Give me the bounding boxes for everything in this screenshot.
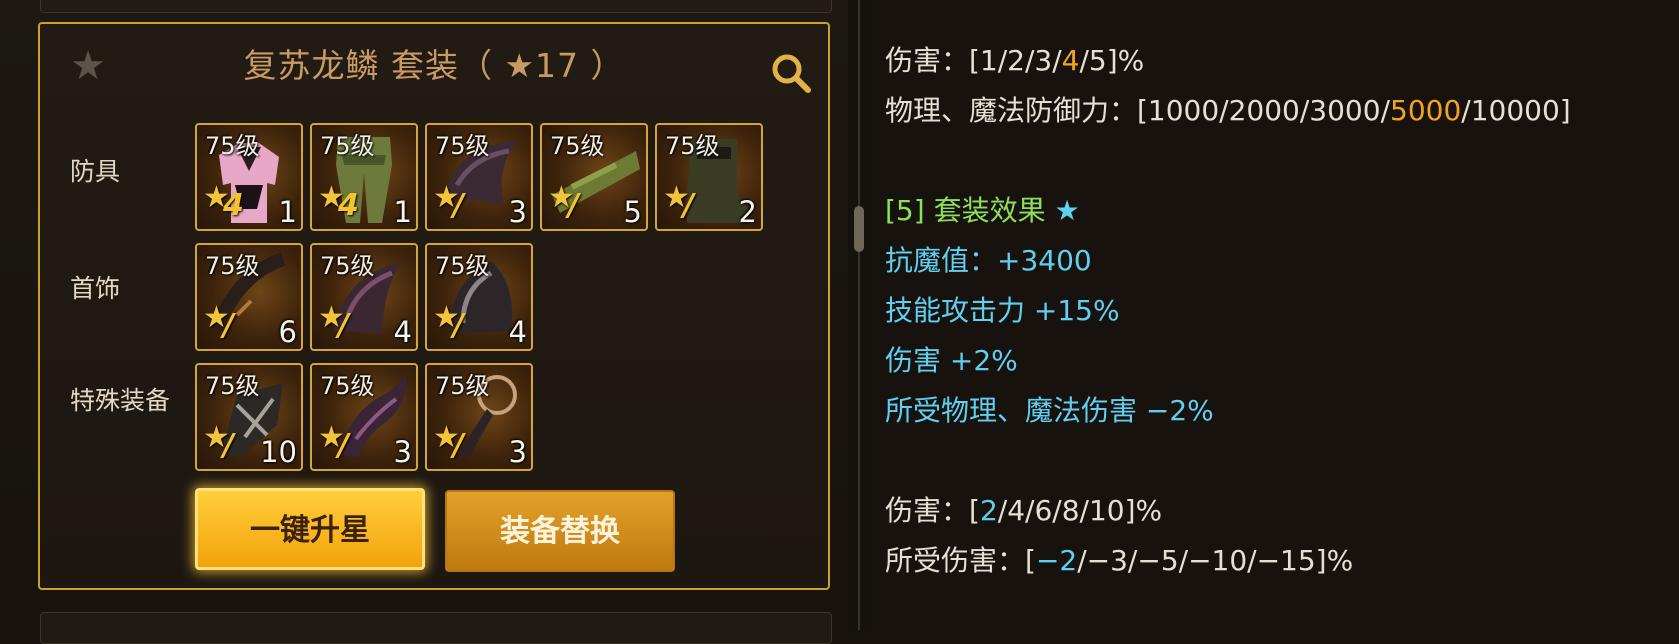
equipment-set-panel: ★ 复苏龙鳞 套装（ ★17 ） 防具 首饰 特殊装备 75级 ★ 4 1 75… <box>38 22 830 590</box>
effect-damage: 伤害 +2% <box>885 344 1018 377</box>
effect-magic-resist: 抗魔值：+3400 <box>885 244 1092 277</box>
damage-taken-tier-line: 所受伤害：[−2/−3/−5/−10/−15]% <box>885 544 1354 577</box>
search-icon[interactable] <box>768 50 814 96</box>
armor-slot-2[interactable]: 75级 ★ 4 1 <box>310 123 418 231</box>
set-effect-header: [5] 套装效果 ★ <box>885 194 1080 227</box>
accessory-slot-2[interactable]: 75级 ★ / 4 <box>310 243 418 351</box>
defense-tier-line: 物理、魔法防御力：[1000/2000/3000/5000/10000] <box>885 94 1571 127</box>
special-slot-3[interactable]: 75级 ★ / 3 <box>425 363 533 471</box>
damage-tier-line-2: 伤害：[2/4/6/8/10]% <box>885 494 1163 527</box>
scrollbar-thumb[interactable] <box>854 206 864 252</box>
effect-damage-taken: 所受物理、魔法伤害 −2% <box>885 394 1214 427</box>
armor-slot-4[interactable]: 75级 ★ / 5 <box>540 123 648 231</box>
previous-panel-edge <box>40 0 832 13</box>
label-armor: 防具 <box>70 157 121 186</box>
accessory-slot-1[interactable]: 75级 ★ / 6 <box>195 243 303 351</box>
damage-tier-line: 伤害：[1/2/3/4/5]% <box>885 44 1145 77</box>
accessory-slot-3[interactable]: 75级 ★ / 4 <box>425 243 533 351</box>
next-panel-edge <box>40 612 832 644</box>
set-title: 复苏龙鳞 套装（ ★17 ） <box>243 46 625 85</box>
equipment-replace-button[interactable]: 装备替换 <box>445 490 675 572</box>
label-accessory: 首饰 <box>70 274 121 303</box>
armor-slot-3[interactable]: 75级 ★ / 3 <box>425 123 533 231</box>
armor-slot-1[interactable]: 75级 ★ 4 1 <box>195 123 303 231</box>
special-slot-1[interactable]: 75级 ★ / 10 <box>195 363 303 471</box>
label-special: 特殊装备 <box>70 386 171 415</box>
panel-divider <box>848 0 870 630</box>
set-effect-details: 伤害：[1/2/3/4/5]% 物理、魔法防御力：[1000/2000/3000… <box>885 36 1665 586</box>
effect-skill-attack: 技能攻击力 +15% <box>885 294 1120 327</box>
special-slot-2[interactable]: 75级 ★ / 3 <box>310 363 418 471</box>
one-click-upgrade-button[interactable]: 一键升星 <box>195 488 425 570</box>
armor-slot-5[interactable]: 75级 ★ / 2 <box>655 123 763 231</box>
star-icon: ★ <box>1054 194 1080 227</box>
